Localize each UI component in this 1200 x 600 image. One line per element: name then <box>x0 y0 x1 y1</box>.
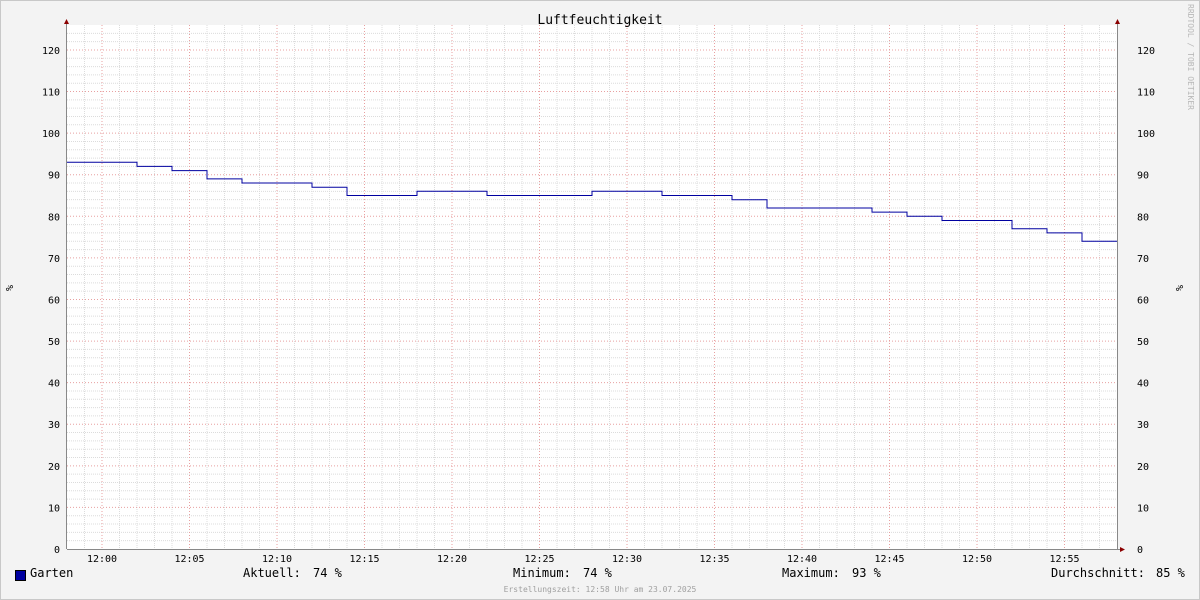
y-tick-label-right: 90 <box>1137 171 1149 182</box>
y-tick-label-left: 50 <box>48 337 60 348</box>
y-tick-labels-right: 0 10 20 30 40 50 60 70 80 90 100 110 120 <box>1137 46 1155 556</box>
y-axis-arrow-left <box>64 19 69 24</box>
y-tick-label-right: 120 <box>1137 46 1155 57</box>
y-tick-label-left: 30 <box>48 420 60 431</box>
x-tick-label: 12:10 <box>262 554 292 565</box>
legend-series-name: Garten <box>30 566 74 580</box>
y-axis-label-left: % <box>5 285 16 291</box>
y-tick-label-right: 30 <box>1137 420 1149 431</box>
stat-min-label: Minimum: <box>513 566 571 580</box>
y-tick-label-left: 40 <box>48 379 60 390</box>
x-tick-label: 12:55 <box>1049 554 1079 565</box>
x-tick-label: 12:00 <box>87 554 117 565</box>
y-tick-label-right: 40 <box>1137 379 1149 390</box>
x-tick-label: 12:30 <box>612 554 642 565</box>
y-tick-label-right: 110 <box>1137 88 1155 99</box>
y-tick-label-left: 110 <box>42 88 60 99</box>
x-tick-label: 12:05 <box>174 554 204 565</box>
stat-max-label: Maximum: <box>782 566 840 580</box>
stat-avg-label: Durchschnitt: <box>1051 566 1145 580</box>
y-axis-arrow-right <box>1115 19 1120 24</box>
y-tick-label-right: 10 <box>1137 503 1149 514</box>
y-tick-label-right: 0 <box>1137 545 1143 556</box>
x-tick-labels: 12:00 12:05 12:10 12:15 12:20 12:25 12:30 12:35… <box>87 554 1080 565</box>
y-tick-label-right: 50 <box>1137 337 1149 348</box>
x-tick-label: 12:15 <box>349 554 379 565</box>
y-tick-label-right: 20 <box>1137 462 1149 473</box>
x-tick-label: 12:50 <box>962 554 992 565</box>
creation-time-footer: Erstellungszeit: 12:58 Uhr am 23.07.2025 <box>503 585 697 594</box>
x-tick-label: 12:35 <box>699 554 729 565</box>
y-tick-label-right: 100 <box>1137 129 1155 140</box>
y-tick-label-left: 60 <box>48 295 60 306</box>
y-tick-label-left: 0 <box>54 545 60 556</box>
chart-canvas: 0 10 20 30 40 50 60 70 80 90 100 110 120 0 10 20 30 40 50… <box>5 13 1186 565</box>
y-tick-label-right: 60 <box>1137 295 1149 306</box>
y-tick-label-left: 90 <box>48 171 60 182</box>
y-tick-label-right: 70 <box>1137 254 1149 265</box>
y-axis-label-right: % <box>1175 285 1186 291</box>
y-tick-label-left: 120 <box>42 46 60 57</box>
x-tick-label: 12:20 <box>437 554 467 565</box>
stat-max-value: 93 % <box>852 566 881 580</box>
x-tick-label: 12:25 <box>524 554 554 565</box>
y-tick-label-left: 100 <box>42 129 60 140</box>
chart-title: Luftfeuchtigkeit <box>537 13 662 28</box>
watermark: RRDTOOL / TOBI OETIKER <box>1186 4 1195 110</box>
y-tick-label-left: 20 <box>48 462 60 473</box>
stat-current-value: 74 % <box>313 566 342 580</box>
y-tick-label-right: 80 <box>1137 212 1149 223</box>
y-tick-label-left: 10 <box>48 503 60 514</box>
x-tick-label: 12:40 <box>787 554 817 565</box>
legend-row: Garten Aktuell: 74 % Minimum: 74 % Maxim… <box>0 566 1200 584</box>
stat-current-label: Aktuell: <box>243 566 301 580</box>
y-tick-label-left: 70 <box>48 254 60 265</box>
stat-min-value: 74 % <box>583 566 612 580</box>
y-tick-labels-left: 0 10 20 30 40 50 60 70 80 90 100 110 120 <box>42 46 60 556</box>
x-tick-label: 12:45 <box>874 554 904 565</box>
stat-avg-value: 85 % <box>1156 566 1185 580</box>
x-axis-arrow <box>1120 547 1125 552</box>
y-tick-label-left: 80 <box>48 212 60 223</box>
